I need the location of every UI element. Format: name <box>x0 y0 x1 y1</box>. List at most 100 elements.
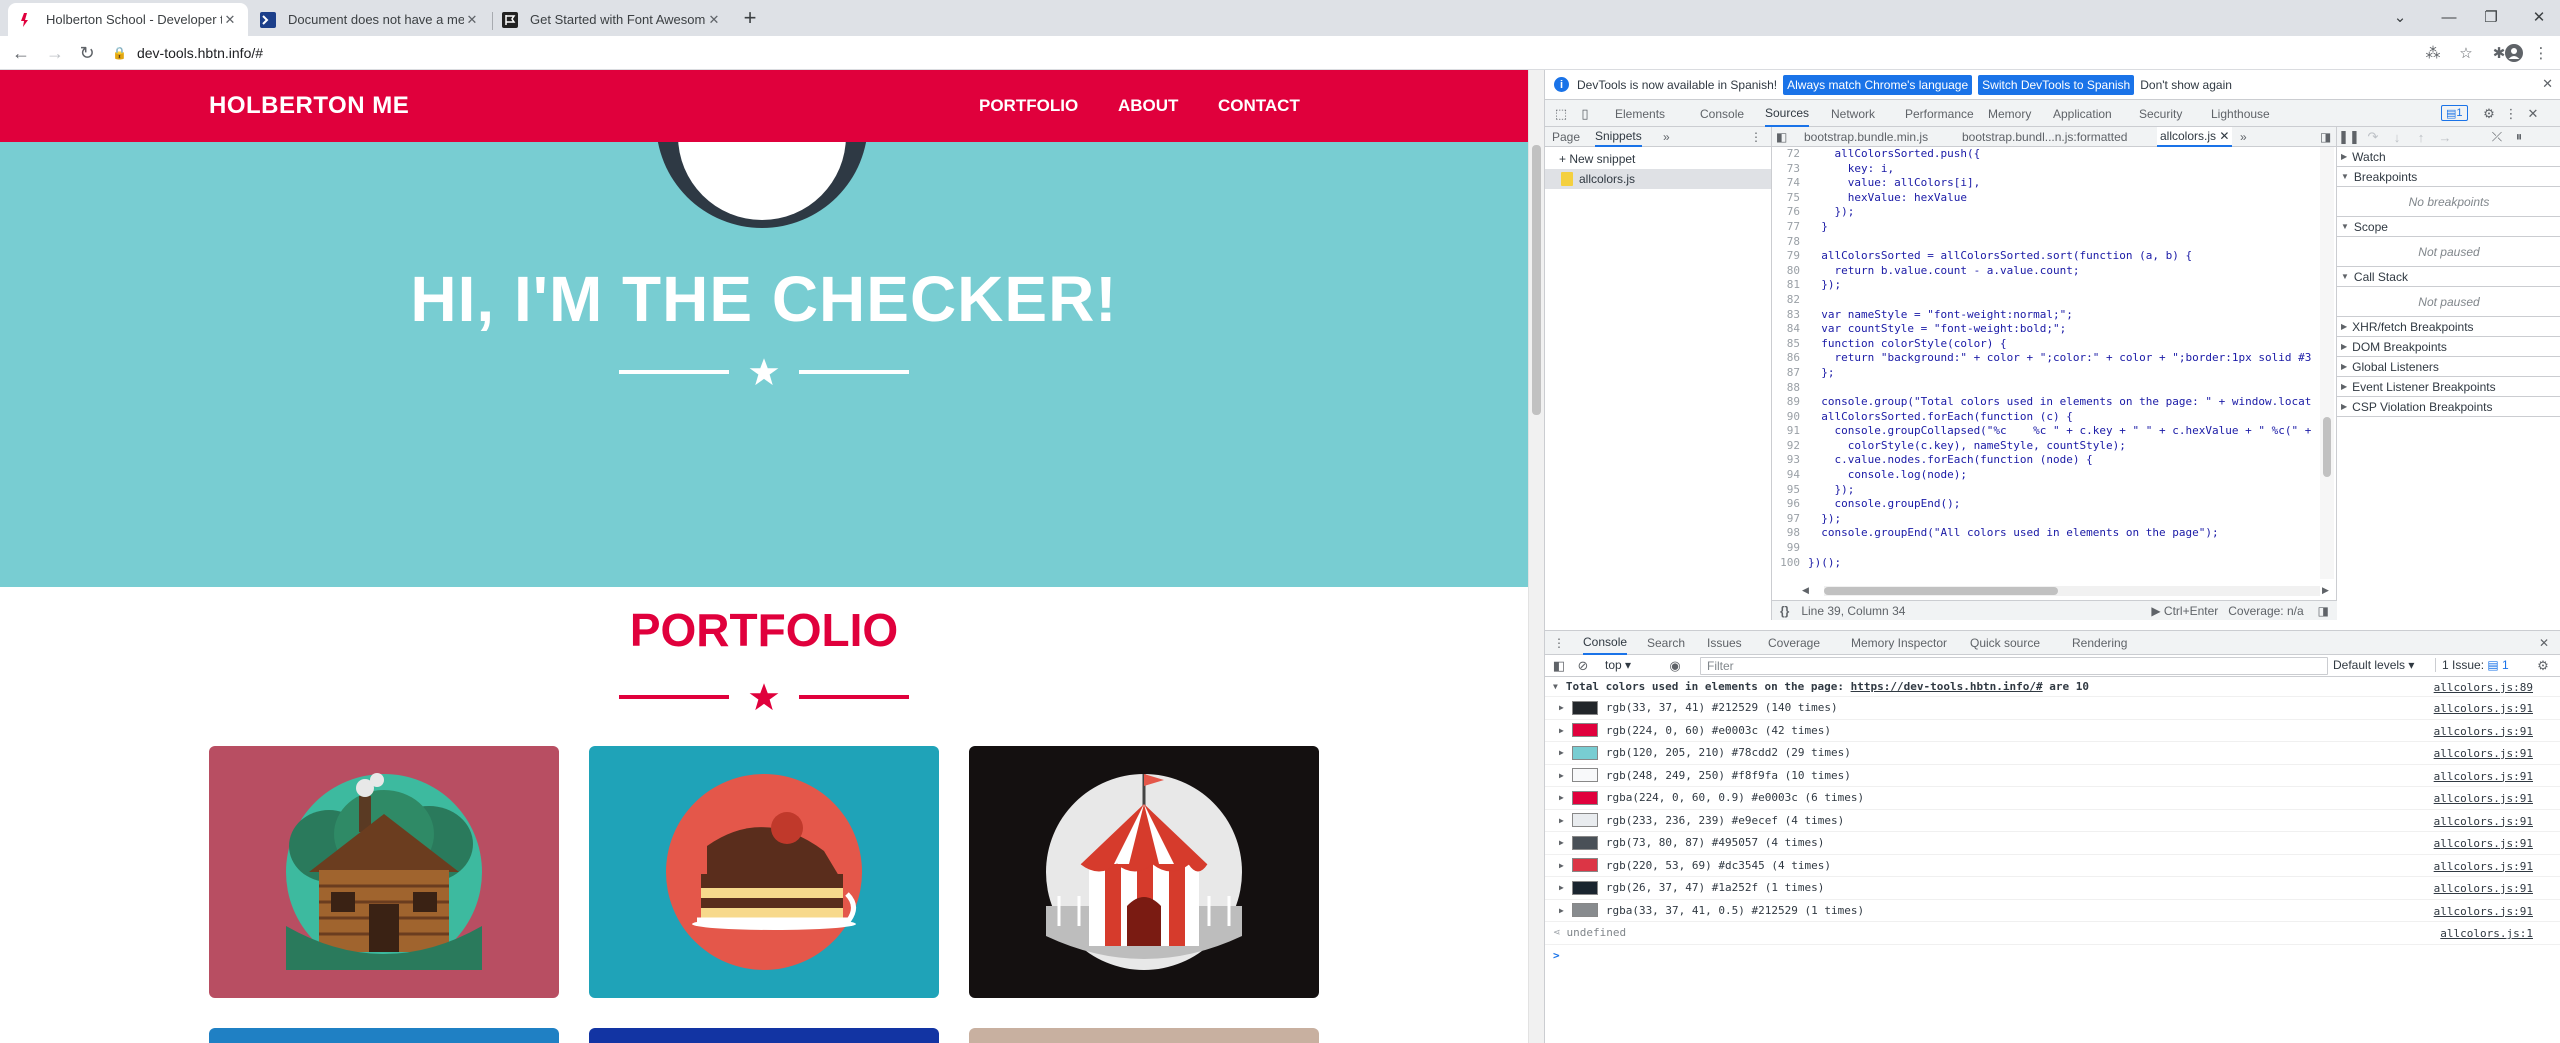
line-number[interactable]: 82 <box>1772 293 1808 308</box>
portfolio-card-circus[interactable] <box>969 746 1319 998</box>
tab-performance[interactable]: Performance <box>1905 100 1974 127</box>
code-line[interactable]: 82 <box>1772 293 2337 308</box>
source-link[interactable]: allcolors.js:91 <box>2434 815 2533 828</box>
dont-show-again-button[interactable]: Don't show again <box>2140 78 2232 92</box>
code-line[interactable]: 84 var countStyle = "font-weight:bold;"; <box>1772 322 2337 337</box>
device-toolbar-icon[interactable]: ▯ <box>1575 104 1595 124</box>
code-line[interactable]: 94 console.log(node); <box>1772 468 2337 483</box>
section-breakpoints[interactable]: ▼ Breakpoints <box>2337 167 2560 187</box>
minimize-icon[interactable]: — <box>2436 4 2462 30</box>
drawer-tab-memory-inspector[interactable]: Memory Inspector <box>1851 631 1947 655</box>
source-link[interactable]: allcolors.js:91 <box>2434 702 2533 715</box>
console-group-header[interactable]: ▼ Total colors used in elements on the pa… <box>1545 677 2560 697</box>
code-line[interactable]: 87 }; <box>1772 366 2337 381</box>
code-line[interactable]: 85 function colorStyle(color) { <box>1772 337 2337 352</box>
editor-tab-bootstrap-min[interactable]: bootstrap.bundle.min.js <box>1804 127 1928 147</box>
line-number[interactable]: 80 <box>1772 264 1808 279</box>
clear-console-icon[interactable]: ⊘ <box>1573 656 1593 676</box>
line-number[interactable]: 95 <box>1772 483 1808 498</box>
pause-icon[interactable]: ❚❚ <box>2338 127 2360 147</box>
page-scrollbar[interactable] <box>1528 70 1544 1043</box>
tab-sources[interactable]: Sources <box>1765 100 1810 127</box>
drawer-tab-coverage[interactable]: Coverage <box>1768 631 1820 655</box>
console-prompt[interactable]: > <box>1545 945 2560 968</box>
close-infobar-icon[interactable]: ✕ <box>2542 76 2553 92</box>
code-line[interactable]: 95 }); <box>1772 483 2337 498</box>
source-link[interactable]: allcolors.js:91 <box>2434 770 2533 783</box>
editor-vertical-scrollbar[interactable] <box>2320 147 2334 579</box>
tab-memory[interactable]: Memory <box>1988 100 2031 127</box>
code-line[interactable]: 91 console.groupCollapsed("%c %c " + c.k… <box>1772 424 2337 439</box>
expand-triangle-icon[interactable]: ▶ <box>1559 838 1564 847</box>
page-url-link[interactable]: https://dev-tools.hbtn.info/# <box>1851 680 2043 693</box>
console-issues-counter[interactable]: 1 Issue: ▤ 1 <box>2435 658 2509 672</box>
section-call-stack[interactable]: ▼ Call Stack <box>2337 267 2560 287</box>
line-number[interactable]: 88 <box>1772 381 1808 396</box>
line-number[interactable]: 97 <box>1772 512 1808 527</box>
navigator-tab-snippets[interactable]: Snippets <box>1595 127 1642 147</box>
section-xhr-breakpoints[interactable]: ▶ XHR/fetch Breakpoints <box>2337 317 2560 337</box>
more-tabs-icon[interactable]: » <box>1663 127 1670 147</box>
expand-triangle-icon[interactable]: ▶ <box>1559 726 1564 735</box>
code-line[interactable]: 93 c.value.nodes.forEach(function (node)… <box>1772 453 2337 468</box>
code-line[interactable]: 98 console.groupEnd("All colors used in … <box>1772 526 2337 541</box>
back-icon[interactable]: ← <box>8 40 34 66</box>
code-line[interactable]: 100})(); <box>1772 556 2337 571</box>
source-link[interactable]: allcolors.js:91 <box>2434 747 2533 760</box>
step-over-icon[interactable]: ↷ <box>2363 127 2383 147</box>
expand-triangle-icon[interactable]: ▶ <box>1559 793 1564 802</box>
code-line[interactable]: 79 allColorsSorted = allColorsSorted.sor… <box>1772 249 2337 264</box>
log-levels-dropdown[interactable]: Default levels ▾ <box>2333 658 2414 672</box>
tab-elements[interactable]: Elements <box>1615 100 1665 127</box>
nav-about[interactable]: ABOUT <box>1118 96 1178 116</box>
settings-gear-icon[interactable]: ⚙ <box>2479 104 2499 124</box>
nav-portfolio[interactable]: PORTFOLIO <box>979 96 1078 116</box>
new-tab-button[interactable]: + <box>736 4 764 32</box>
code-line[interactable]: 74 value: allColors[i], <box>1772 176 2337 191</box>
section-scope[interactable]: ▼ Scope <box>2337 217 2560 237</box>
line-number[interactable]: 96 <box>1772 497 1808 512</box>
line-number[interactable]: 78 <box>1772 235 1808 250</box>
console-color-row[interactable]: ▶ rgb(26, 37, 47) #1a252f (1 times) allcol… <box>1545 877 2560 900</box>
pretty-print-icon[interactable]: {} <box>1780 604 1789 618</box>
section-global-listeners[interactable]: ▶ Global Listeners <box>2337 357 2560 377</box>
tab-close-icon[interactable]: ✕ <box>706 12 722 28</box>
close-drawer-icon[interactable]: ✕ <box>2539 631 2549 655</box>
context-selector[interactable]: top ▾ <box>1605 658 1631 672</box>
line-number[interactable]: 81 <box>1772 278 1808 293</box>
code-line[interactable]: 75 hexValue: hexValue <box>1772 191 2337 206</box>
more-options-icon[interactable]: ⋮ <box>2501 104 2521 124</box>
expand-triangle-icon[interactable]: ▶ <box>1559 906 1564 915</box>
code-line[interactable]: 86 return "background:" + color + ";colo… <box>1772 351 2337 366</box>
line-number[interactable]: 86 <box>1772 351 1808 366</box>
source-link[interactable]: allcolors.js:89 <box>2434 681 2533 694</box>
line-number[interactable]: 75 <box>1772 191 1808 206</box>
tab-holberton[interactable]: Holberton School - Developer to ✕ <box>8 3 248 36</box>
toggle-navigator-icon[interactable]: ◧ <box>1776 127 1787 147</box>
source-link[interactable]: allcolors.js:91 <box>2434 882 2533 895</box>
editor-horizontal-scrollbar[interactable] <box>1824 586 2320 596</box>
console-color-row[interactable]: ▶ rgb(224, 0, 60) #e0003c (42 times) allco… <box>1545 720 2560 742</box>
section-watch[interactable]: ▶ Watch <box>2337 147 2560 167</box>
menu-dots-icon[interactable]: ⋮ <box>2530 42 2552 64</box>
console-color-row[interactable]: ▶ rgb(73, 80, 87) #495057 (4 times) allcol… <box>1545 832 2560 855</box>
tab-close-icon[interactable]: ✕ <box>464 12 480 28</box>
step-into-icon[interactable]: ↓ <box>2387 127 2407 147</box>
toggle-debugger-icon[interactable]: ◨ <box>2320 127 2331 147</box>
source-link[interactable]: allcolors.js:91 <box>2434 837 2533 850</box>
line-number[interactable]: 92 <box>1772 439 1808 454</box>
expand-triangle-icon[interactable]: ▶ <box>1559 816 1564 825</box>
tab-security[interactable]: Security <box>2139 100 2182 127</box>
line-number[interactable]: 93 <box>1772 453 1808 468</box>
drawer-menu-icon[interactable]: ⋮ <box>1553 631 1565 655</box>
code-line[interactable]: 90 allColorsSorted.forEach(function (c) … <box>1772 410 2337 425</box>
console-color-row[interactable]: ▶ rgba(33, 37, 41, 0.5) #212529 (1 times)… <box>1545 900 2560 922</box>
console-color-row[interactable]: ▶ rgb(248, 249, 250) #f8f9fa (10 times) al… <box>1545 765 2560 787</box>
match-language-button[interactable]: Always match Chrome's language <box>1783 74 1973 95</box>
line-number[interactable]: 98 <box>1772 526 1808 541</box>
step-icon[interactable]: → <box>2435 127 2455 147</box>
console-color-row[interactable]: ▶ rgb(220, 53, 69) #dc3545 (4 times) allco… <box>1545 855 2560 877</box>
drawer-tab-rendering[interactable]: Rendering <box>2072 631 2127 655</box>
navigator-menu-icon[interactable]: ⋮ <box>1750 127 1762 147</box>
source-link[interactable]: allcolors.js:91 <box>2434 905 2533 918</box>
